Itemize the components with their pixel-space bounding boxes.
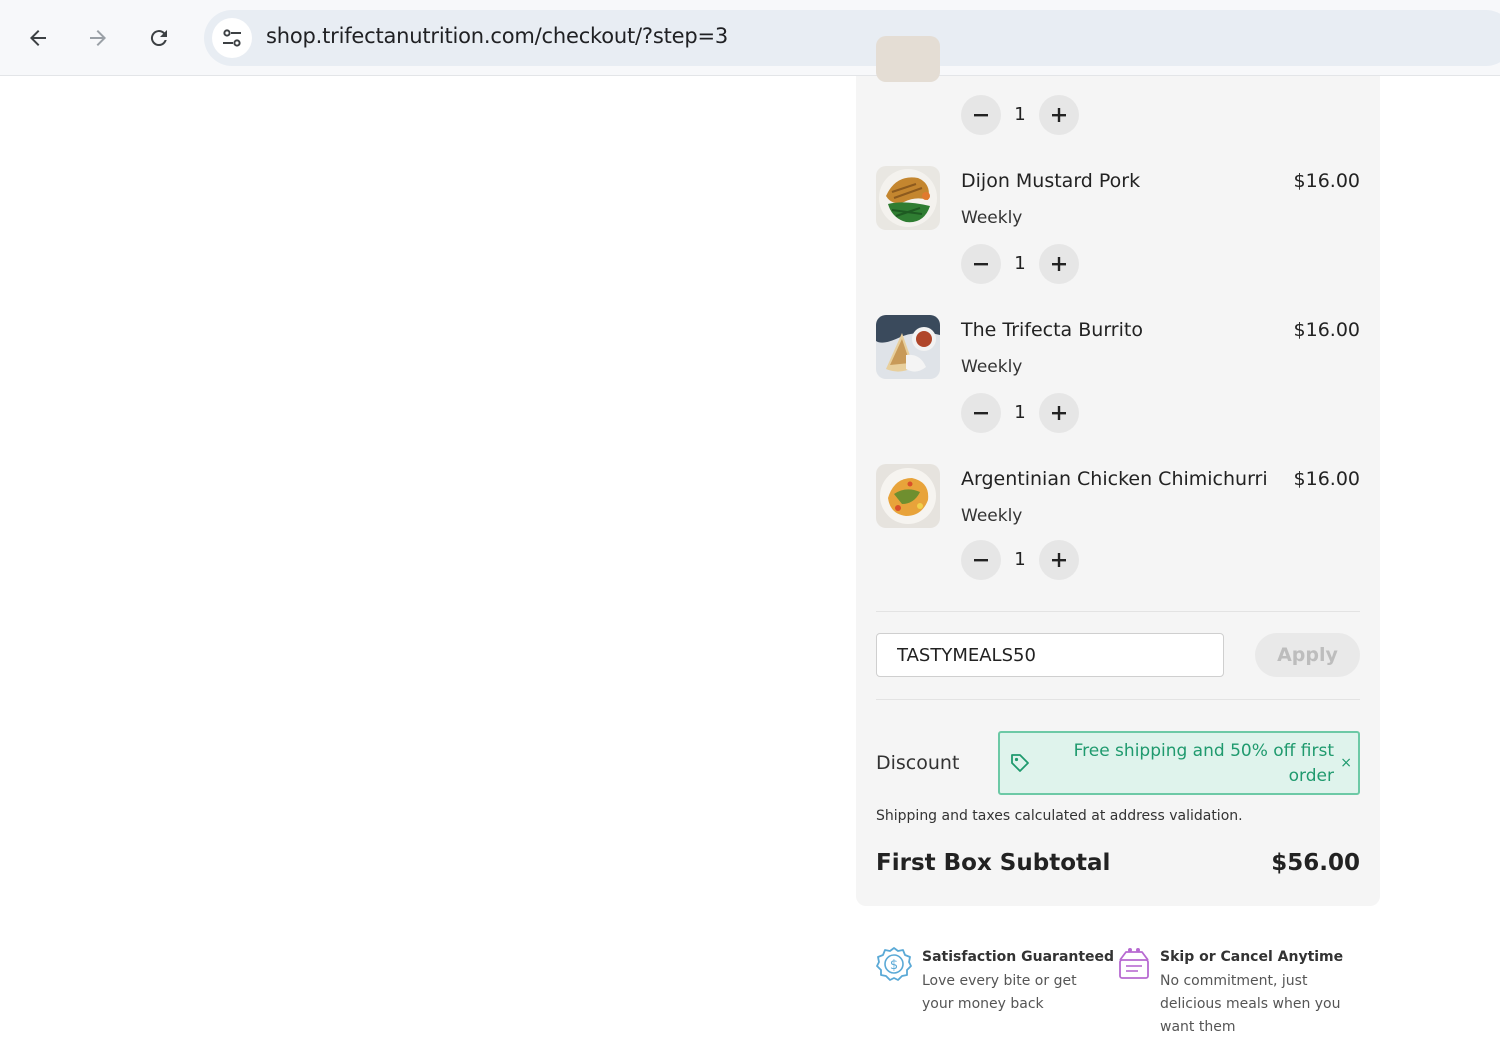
promo-code-input[interactable] bbox=[876, 633, 1224, 677]
item-plan: Weekly bbox=[961, 506, 1023, 526]
shipping-note: Shipping and taxes calculated at address… bbox=[876, 808, 1243, 824]
trifecta-burrito-image bbox=[876, 315, 940, 379]
item-price: $16.00 bbox=[1293, 319, 1360, 341]
chimichurri-chicken-image bbox=[876, 464, 940, 528]
item-price: $16.00 bbox=[1293, 170, 1360, 192]
badge-dollar-icon: $ bbox=[876, 947, 912, 981]
increase-quantity-button[interactable] bbox=[1039, 393, 1079, 433]
guarantee-title: Satisfaction Guaranteed bbox=[922, 949, 1115, 965]
minus-icon bbox=[974, 263, 988, 266]
guarantee-description: No commitment, just delicious meals when… bbox=[1160, 973, 1341, 1035]
remove-discount-button[interactable]: × bbox=[1340, 755, 1352, 771]
product-thumbnail bbox=[876, 464, 940, 528]
quantity-value: 1 bbox=[1014, 402, 1026, 423]
site-info-button[interactable] bbox=[212, 18, 252, 58]
tune-icon bbox=[223, 29, 241, 47]
subtotal-label: First Box Subtotal bbox=[876, 850, 1111, 876]
reload-icon bbox=[150, 30, 167, 47]
divider bbox=[876, 611, 1360, 612]
decrease-quantity-button[interactable] bbox=[961, 393, 1001, 433]
meal-box-icon bbox=[1119, 948, 1149, 979]
plus-icon bbox=[1052, 406, 1066, 420]
arrow-left-icon bbox=[30, 30, 46, 46]
minus-icon bbox=[974, 114, 988, 117]
item-name: Dijon Mustard Pork bbox=[961, 170, 1141, 192]
quantity-value: 1 bbox=[1014, 549, 1026, 570]
product-thumbnail bbox=[876, 315, 940, 379]
cart-summary-panel: 1 Dijon Mustard Pork $16.00 Weekly 1 The… bbox=[856, 36, 1380, 906]
browser-toolbar: shop.trifectanutrition.com/checkout/?ste… bbox=[0, 0, 1500, 76]
increase-quantity-button[interactable] bbox=[1039, 244, 1079, 284]
guarantee-description: Love every bite or get your money back bbox=[922, 973, 1077, 1012]
forward-button[interactable] bbox=[78, 18, 118, 58]
decrease-quantity-button[interactable] bbox=[961, 244, 1001, 284]
back-button[interactable] bbox=[18, 18, 58, 58]
decrease-quantity-button[interactable] bbox=[961, 540, 1001, 580]
product-thumbnail bbox=[876, 166, 940, 230]
minus-icon bbox=[974, 559, 988, 562]
product-thumbnail bbox=[876, 36, 940, 82]
subtotal-value: $56.00 bbox=[1271, 850, 1360, 876]
increase-quantity-button[interactable] bbox=[1039, 95, 1079, 135]
tag-icon bbox=[1011, 754, 1029, 772]
decrease-quantity-button[interactable] bbox=[961, 95, 1001, 135]
dijon-pork-image bbox=[876, 166, 940, 230]
discount-badge: Free shipping and 50% off first order × bbox=[998, 731, 1360, 795]
svg-text:$: $ bbox=[890, 958, 898, 973]
item-price: $16.00 bbox=[1293, 468, 1360, 490]
arrow-right-icon bbox=[90, 30, 106, 46]
minus-icon bbox=[974, 412, 988, 415]
quantity-value: 1 bbox=[1014, 104, 1026, 125]
plus-icon bbox=[1052, 108, 1066, 122]
item-name: Argentinian Chicken Chimichurri bbox=[961, 468, 1268, 490]
guarantee-title: Skip or Cancel Anytime bbox=[1160, 949, 1344, 965]
reload-button[interactable] bbox=[139, 18, 179, 58]
item-plan: Weekly bbox=[961, 208, 1023, 228]
apply-promo-button[interactable]: Apply bbox=[1255, 633, 1360, 677]
item-plan: Weekly bbox=[961, 357, 1023, 377]
increase-quantity-button[interactable] bbox=[1039, 540, 1079, 580]
divider bbox=[876, 699, 1360, 700]
discount-description: Free shipping and 50% off first order bbox=[1073, 741, 1334, 786]
address-bar[interactable]: shop.trifectanutrition.com/checkout/?ste… bbox=[204, 10, 1500, 66]
plus-icon bbox=[1052, 553, 1066, 567]
item-name: The Trifecta Burrito bbox=[961, 319, 1143, 341]
plus-icon bbox=[1052, 257, 1066, 271]
url-text[interactable]: shop.trifectanutrition.com/checkout/?ste… bbox=[266, 24, 728, 48]
quantity-value: 1 bbox=[1014, 253, 1026, 274]
discount-label: Discount bbox=[876, 752, 960, 774]
